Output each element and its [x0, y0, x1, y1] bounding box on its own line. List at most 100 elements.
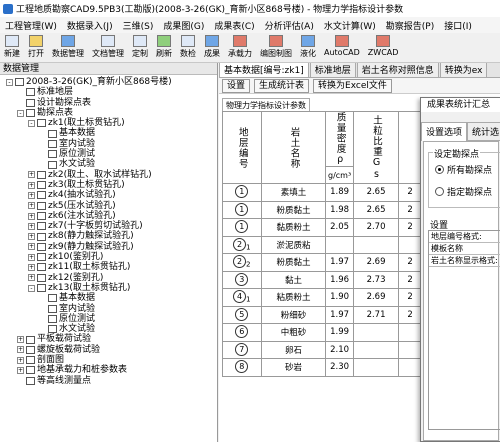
density-cell[interactable]: 2.30 — [325, 358, 354, 377]
extra-cell[interactable] — [398, 340, 422, 359]
tree-node[interactable]: + zk11(取土标贯钻孔) — [0, 262, 217, 272]
tree-node[interactable]: 基本数据 — [0, 293, 217, 303]
extra-cell[interactable] — [398, 235, 422, 254]
soil-name-cell[interactable]: 黏质粉土 — [260, 218, 327, 237]
soil-name-cell[interactable]: 粉细砂 — [260, 305, 327, 324]
density-cell[interactable]: 1.89 — [325, 183, 354, 202]
autocad-button[interactable]: AutoCAD — [320, 33, 364, 57]
expand-icon[interactable]: + — [17, 336, 24, 344]
soil-name-cell[interactable]: 素填土 — [260, 183, 327, 202]
setting-stratum-format[interactable]: 地层编号格式: — [429, 231, 500, 243]
menu-3d[interactable]: 三维(S) — [118, 19, 159, 32]
tree-node[interactable]: + zk2(取土、取水试样钻孔) — [0, 170, 217, 180]
stratum-no-cell[interactable]: 5 — [222, 305, 262, 324]
convert-excel-button[interactable]: 转换为Excel文件 — [313, 78, 392, 93]
grid-sheet-tab[interactable]: 物理力学指标设计参数 — [222, 98, 310, 112]
tree-node[interactable]: + zk8(静力触探试验孔) — [0, 231, 217, 241]
expand-icon[interactable]: + — [28, 243, 35, 251]
open-button[interactable]: 打开 — [24, 33, 48, 59]
tree-node[interactable]: - zk1(取土标贯钻孔) — [0, 118, 217, 128]
tree-node[interactable]: 室内试验 — [0, 139, 217, 149]
setting-template-name[interactable]: 模板名称 — [429, 243, 500, 255]
soil-name-cell[interactable]: 粉质黏土 — [260, 253, 327, 272]
extra-cell[interactable]: 2 — [398, 183, 422, 202]
tree-node[interactable]: + zk5(压水试验孔) — [0, 201, 217, 211]
extra-cell[interactable]: 2 — [398, 288, 422, 307]
collapse-icon[interactable]: - — [28, 119, 35, 127]
menu-data-entry[interactable]: 数据录入(J) — [62, 19, 118, 32]
stratum-no-cell[interactable]: 8 — [222, 358, 262, 377]
extra-cell[interactable]: 2 — [398, 253, 422, 272]
new-button[interactable]: 新建 — [0, 33, 24, 59]
menu-hydro[interactable]: 水文计算(W) — [319, 19, 381, 32]
gravity-cell[interactable]: 2.69 — [352, 253, 400, 272]
settings-button[interactable]: 设置 — [222, 78, 251, 93]
stratum-no-cell[interactable]: 3 — [222, 270, 262, 289]
tab-settings-options[interactable]: 设置选项 — [421, 122, 468, 141]
soil-name-cell[interactable]: 黏土 — [260, 270, 327, 289]
density-cell[interactable]: 1.96 — [325, 270, 354, 289]
stratum-no-cell[interactable]: 6 — [222, 323, 262, 342]
tree-node[interactable]: + zk10(鉴别孔) — [0, 252, 217, 262]
tab-statistics-options[interactable]: 统计选 — [467, 122, 500, 141]
extra-cell[interactable]: 2 — [398, 305, 422, 324]
density-cell[interactable] — [325, 235, 354, 254]
gravity-cell[interactable]: 2.70 — [352, 218, 400, 237]
tree-node[interactable]: 原位测试 — [0, 314, 217, 324]
check-button[interactable]: 数检 — [176, 33, 200, 59]
gravity-cell[interactable]: 2.69 — [352, 288, 400, 307]
tab-convert[interactable]: 转换为ex — [439, 63, 488, 77]
density-cell[interactable]: 1.90 — [325, 288, 354, 307]
tree-node[interactable]: + 螺旋板载荷试验 — [0, 345, 217, 355]
tree-node[interactable]: 标准地层 — [0, 87, 217, 97]
expand-icon[interactable]: + — [28, 181, 35, 189]
menu-report[interactable]: 勘察报告(P) — [381, 19, 439, 32]
density-cell[interactable]: 2.05 — [325, 218, 354, 237]
doc-manage-button[interactable]: 文档管理 — [88, 33, 128, 59]
tree-node[interactable]: + zk6(注水试验孔) — [0, 211, 217, 221]
extra-cell[interactable] — [398, 323, 422, 342]
soil-name-cell[interactable]: 粘质粉土 — [260, 288, 327, 307]
stratum-no-cell[interactable]: 21 — [222, 235, 262, 254]
menu-interface[interactable]: 接口(I) — [439, 19, 477, 32]
collapse-icon[interactable]: - — [28, 284, 35, 292]
expand-icon[interactable]: + — [17, 356, 24, 364]
tree-node[interactable]: + zk12(鉴别孔) — [0, 273, 217, 283]
tree-node[interactable]: - 勘探点表 — [0, 108, 217, 118]
stratum-no-cell[interactable]: 7 — [222, 340, 262, 359]
radio-all-boreholes[interactable]: 所有勘探点 — [435, 163, 492, 176]
tree-node[interactable]: - zk13(取土标贯钻孔) — [0, 283, 217, 293]
generate-stats-button[interactable]: 生成统计表 — [254, 78, 310, 93]
tab-soil-name-mapping[interactable]: 岩土名称对照信息 — [356, 63, 439, 77]
expand-icon[interactable]: + — [28, 263, 35, 271]
expand-icon[interactable]: + — [28, 202, 35, 210]
expand-icon[interactable]: + — [28, 233, 35, 241]
stratum-no-cell[interactable]: 1 — [222, 200, 262, 219]
expand-icon[interactable]: + — [28, 191, 35, 199]
soil-name-cell[interactable]: 砂岩 — [260, 358, 327, 377]
stratum-no-cell[interactable]: 1 — [222, 183, 262, 202]
expand-icon[interactable]: + — [28, 171, 35, 179]
tree-node[interactable]: + zk3(取土标贯钻孔) — [0, 180, 217, 190]
gravity-cell[interactable]: 2.71 — [352, 305, 400, 324]
tree-node[interactable]: + 平板载荷试验 — [0, 334, 217, 344]
setting-soil-name-format[interactable]: 岩土名称显示格式: — [429, 255, 500, 267]
tab-standard-strata[interactable]: 标准地层 — [309, 63, 356, 77]
density-cell[interactable]: 2.10 — [325, 340, 354, 359]
tree-node[interactable]: 水文试验 — [0, 159, 217, 169]
density-cell[interactable]: 1.97 — [325, 305, 354, 324]
gravity-cell[interactable]: 2.65 — [352, 183, 400, 202]
gravity-cell[interactable]: 2.73 — [352, 270, 400, 289]
drawing-button[interactable]: 编图制图 — [256, 33, 296, 59]
menu-result-figure[interactable]: 成果图(G) — [158, 19, 209, 32]
menu-project[interactable]: 工程管理(W) — [0, 19, 62, 32]
extra-cell[interactable] — [398, 358, 422, 377]
density-cell[interactable]: 1.98 — [325, 200, 354, 219]
tree-node[interactable]: + zk4(抽水试验孔) — [0, 190, 217, 200]
tree-node[interactable]: + zk7(十字板剪切试验孔) — [0, 221, 217, 231]
collapse-icon[interactable]: - — [6, 78, 13, 86]
tree-node[interactable]: 基本数据 — [0, 128, 217, 138]
tree-node[interactable]: + zk9(静力触探试验孔) — [0, 242, 217, 252]
tree-node[interactable]: 水文试验 — [0, 324, 217, 334]
stratum-no-cell[interactable]: 41 — [222, 288, 262, 307]
